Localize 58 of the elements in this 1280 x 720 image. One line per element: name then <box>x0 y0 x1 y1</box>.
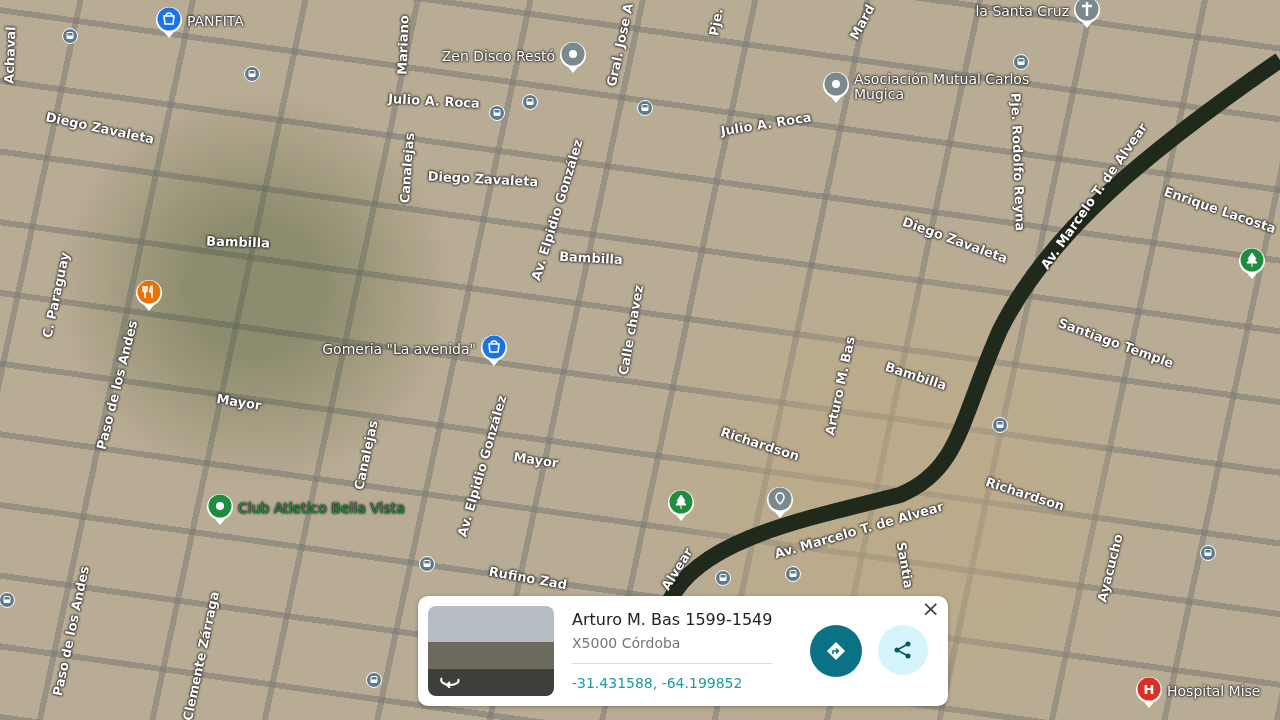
bus-stop-icon[interactable] <box>1200 545 1216 561</box>
share-button[interactable] <box>878 625 929 675</box>
street-label: Mariano <box>394 15 412 75</box>
bus-stop-icon[interactable] <box>62 28 78 44</box>
street-label: Arturo M. Bas <box>822 335 858 437</box>
place-label[interactable]: Zen Disco Restó <box>441 49 555 65</box>
place-label[interactable]: PANFITA <box>187 14 244 30</box>
street-label: Pje. Rodolfo Reyna <box>1008 92 1028 232</box>
street-label: Mayor <box>512 449 560 471</box>
place-pin-icon[interactable] <box>822 70 850 104</box>
satellite-map[interactable] <box>0 0 1280 720</box>
park-pin-icon[interactable] <box>667 488 695 522</box>
small-pin-icon[interactable] <box>766 485 794 519</box>
street-label: Diego Zavaleta <box>427 168 539 190</box>
bus-stop-icon[interactable] <box>1013 54 1029 70</box>
bus-stop-icon[interactable] <box>992 417 1008 433</box>
postal-city: X5000 Córdoba <box>572 634 682 651</box>
street-label: Paso de los Andes <box>49 564 93 698</box>
coordinates-text[interactable]: -31.431588, -64.199852 <box>572 673 773 692</box>
street-label: Mayor <box>215 391 263 413</box>
church-pin-icon[interactable] <box>1073 0 1101 29</box>
bus-stop-icon[interactable] <box>637 100 653 116</box>
shop-pin-icon[interactable] <box>480 333 508 367</box>
street-label: Paso de los Andes <box>93 318 141 452</box>
street-label: Santia <box>893 540 917 590</box>
street-label: Pje. <box>706 7 726 37</box>
street-label: Achaval <box>1 26 19 84</box>
shop-pin-icon[interactable] <box>155 5 183 39</box>
street-label: Bambilla <box>205 233 271 251</box>
place-label[interactable]: la Santa Cruz <box>975 4 1069 20</box>
place-label[interactable]: Club Atletico Bella Vista <box>238 501 405 517</box>
street-view-photo-placeholder[interactable] <box>428 606 554 696</box>
park-pin-icon[interactable] <box>1238 246 1266 280</box>
street-label: Gral. Jose A <box>603 2 637 88</box>
place-pin-icon[interactable] <box>206 492 234 526</box>
street-label: Rufino Zad <box>487 563 569 593</box>
bus-stop-icon[interactable] <box>244 66 260 82</box>
street-label: Julio A. Roca <box>719 109 813 139</box>
place-label[interactable]: Hospital Mise <box>1167 684 1261 700</box>
street-label: Julio A. Roca <box>387 91 481 111</box>
street-label: Canalejas <box>397 132 417 204</box>
street-label: Calle chavez <box>615 283 647 377</box>
bus-stop-icon[interactable] <box>522 94 538 110</box>
hospital-pin-icon[interactable]: H <box>1135 675 1163 709</box>
bus-stop-icon[interactable] <box>489 105 505 121</box>
bus-stop-icon[interactable] <box>366 672 382 688</box>
place-label[interactable]: Gomeria "La avenida" <box>322 342 476 358</box>
bus-stop-icon[interactable] <box>0 592 15 608</box>
street-label: Diego Zavaleta <box>44 109 156 147</box>
bus-stop-icon[interactable] <box>715 570 731 586</box>
address-title: Arturo M. Bas 1599-1549 <box>572 610 773 631</box>
close-button[interactable]: × <box>917 598 944 620</box>
directions-icon <box>826 641 847 661</box>
food-pin-icon[interactable] <box>135 278 163 312</box>
bus-stop-icon[interactable] <box>785 566 801 582</box>
directions-button[interactable] <box>810 625 863 677</box>
place-pin-icon[interactable] <box>559 40 587 74</box>
bus-stop-icon[interactable] <box>419 556 435 572</box>
